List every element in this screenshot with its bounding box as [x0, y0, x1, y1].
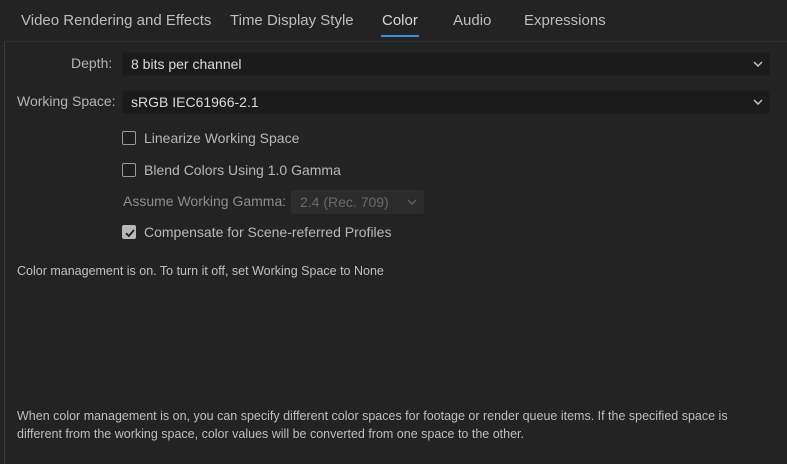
working-space-label: Working Space: [17, 93, 116, 109]
chevron-down-icon [407, 199, 417, 205]
tab-expressions[interactable]: Expressions [524, 12, 606, 29]
blend-colors-label: Blend Colors Using 1.0 Gamma [144, 162, 341, 178]
info-line-1: When color management is on, you can spe… [17, 409, 728, 423]
blend-colors-checkbox[interactable] [122, 163, 136, 177]
linearize-working-space-checkbox[interactable] [122, 131, 136, 145]
depth-select[interactable]: 8 bits per channel [122, 52, 770, 76]
info-line-2: different from the working space, color … [17, 427, 524, 441]
linearize-working-space-checkbox-row[interactable]: Linearize Working Space [122, 130, 299, 146]
working-space-select[interactable]: sRGB IEC61966-2.1 [122, 90, 770, 114]
working-space-value: sRGB IEC61966-2.1 [131, 94, 259, 110]
depth-value: 8 bits per channel [131, 56, 242, 72]
checkmark-icon [125, 229, 135, 238]
tab-bar: Video Rendering and Effects Time Display… [0, 0, 787, 40]
assume-working-gamma-value: 2.4 (Rec. 709) [300, 194, 389, 210]
tab-time-display-style[interactable]: Time Display Style [230, 12, 354, 29]
depth-label: Depth: [71, 55, 113, 71]
compensate-scene-referred-checkbox-row[interactable]: Compensate for Scene-referred Profiles [122, 224, 391, 240]
linearize-working-space-label: Linearize Working Space [144, 130, 300, 146]
blend-colors-checkbox-row[interactable]: Blend Colors Using 1.0 Gamma [122, 162, 341, 178]
assume-working-gamma-label: Assume Working Gamma: [123, 193, 287, 209]
chevron-down-icon [753, 61, 763, 67]
tab-video-rendering-and-effects[interactable]: Video Rendering and Effects [21, 12, 211, 29]
compensate-scene-referred-label: Compensate for Scene-referred Profiles [144, 224, 392, 240]
assume-working-gamma-select: 2.4 (Rec. 709) [291, 190, 424, 214]
compensate-scene-referred-checkbox[interactable] [122, 225, 136, 239]
tab-audio[interactable]: Audio [453, 12, 491, 29]
chevron-down-icon [753, 99, 763, 105]
color-management-info: When color management is on, you can spe… [17, 407, 777, 443]
tab-color[interactable]: Color [381, 12, 419, 37]
color-management-status-note: Color management is on. To turn it off, … [17, 264, 384, 278]
